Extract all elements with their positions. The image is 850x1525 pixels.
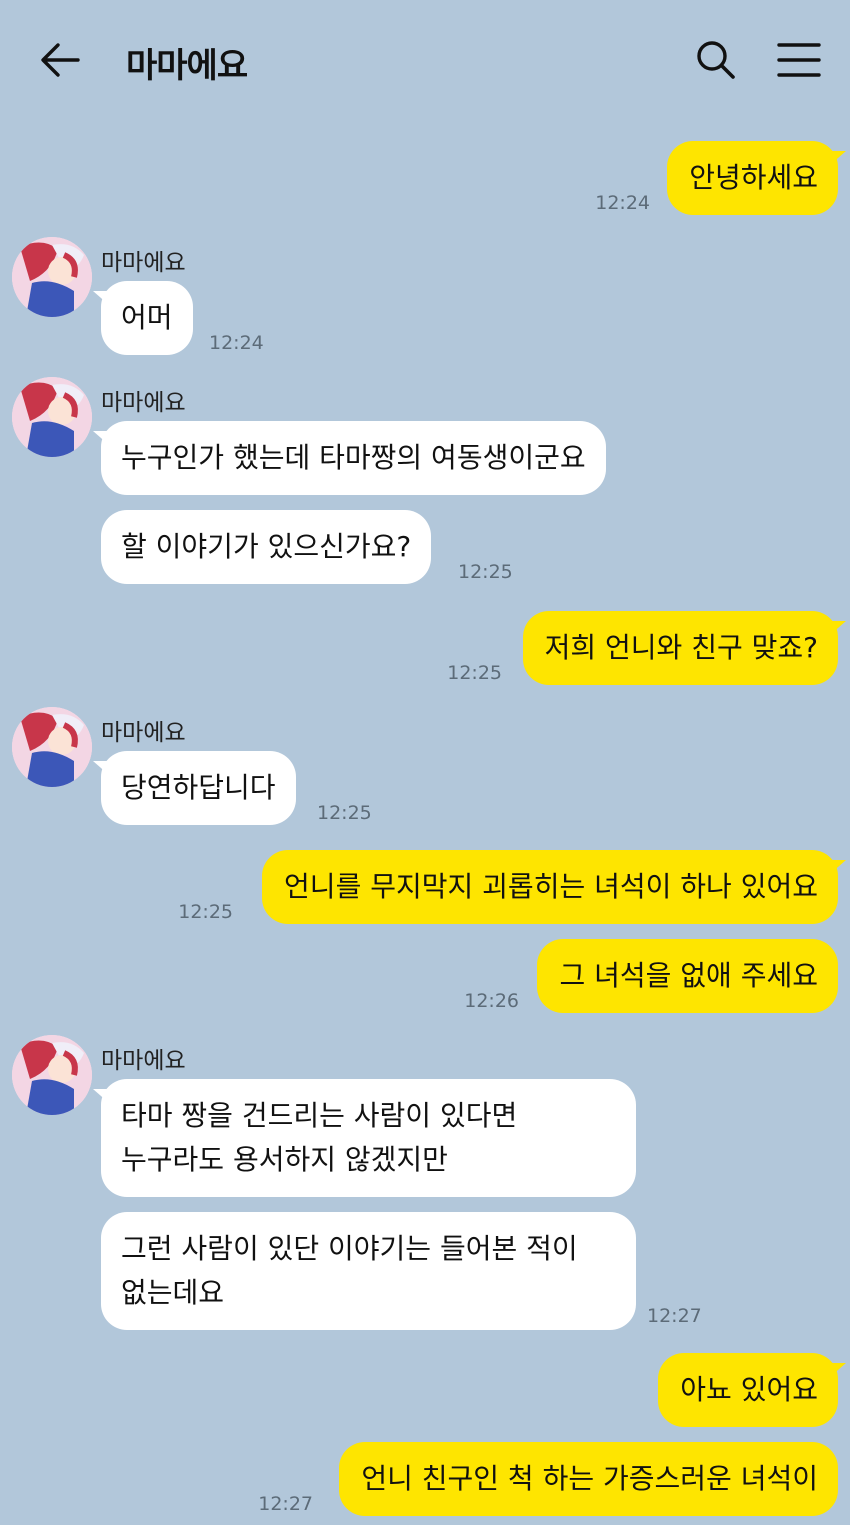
chat-title: 마마에요: [126, 46, 248, 86]
message-text: 아뇨 있어요: [680, 1373, 818, 1406]
outgoing-message[interactable]: 언니를 무지막지 괴롭히는 녀석이 하나 있어요: [262, 850, 846, 924]
message-time: 12:25: [447, 662, 502, 684]
profile-avatar[interactable]: [12, 237, 92, 317]
avatar-image: [12, 1035, 92, 1115]
message-text: 어머: [121, 301, 173, 334]
message-text: 안녕하세요: [689, 161, 818, 194]
profile-avatar[interactable]: [12, 707, 92, 787]
back-button[interactable]: [38, 40, 82, 80]
menu-button[interactable]: [776, 40, 822, 80]
message-time: 12:25: [317, 802, 372, 824]
incoming-message[interactable]: 타마 짱을 건드리는 사람이 있다면 누구라도 용서하지 않겠지만: [93, 1079, 636, 1197]
message-time: 12:25: [178, 901, 233, 923]
message-text: 그 녀석을 없애 주세요: [559, 959, 818, 992]
sender-name: 마마에요: [101, 720, 186, 746]
search-button[interactable]: [694, 38, 738, 82]
outgoing-message[interactable]: 아뇨 있어요: [658, 1353, 846, 1427]
message-text-line: 누구라도 용서하지 않겠지만: [121, 1143, 448, 1176]
incoming-message[interactable]: 어머: [93, 281, 193, 355]
message-text: 누구인가 했는데 타마짱의 여동생이군요: [121, 441, 586, 474]
menu-icon: [777, 43, 821, 77]
avatar-image: [12, 377, 92, 457]
outgoing-message[interactable]: 그 녀석을 없애 주세요: [537, 939, 838, 1013]
sender-name: 마마에요: [101, 1048, 186, 1074]
outgoing-message[interactable]: 언니 친구인 척 하는 가증스러운 녀석이: [339, 1442, 838, 1516]
incoming-message[interactable]: 당연하답니다: [93, 751, 296, 825]
message-text: 언니 친구인 척 하는 가증스러운 녀석이: [361, 1462, 818, 1495]
message-time: 12:24: [595, 192, 650, 214]
message-text: 당연하답니다: [121, 771, 276, 804]
message-time: 12:24: [209, 332, 264, 354]
incoming-message[interactable]: 누구인가 했는데 타마짱의 여동생이군요: [93, 421, 606, 495]
arrow-left-icon: [41, 43, 80, 77]
message-text: 저희 언니와 친구 맞죠?: [544, 631, 818, 664]
sender-name: 마마에요: [101, 390, 186, 416]
message-text: 언니를 무지막지 괴롭히는 녀석이 하나 있어요: [284, 870, 818, 903]
avatar-image: [12, 237, 92, 317]
profile-avatar[interactable]: [12, 1035, 92, 1115]
outgoing-message[interactable]: 저희 언니와 친구 맞죠?: [522, 611, 847, 685]
profile-avatar[interactable]: [12, 377, 92, 457]
sender-name: 마마에요: [101, 250, 186, 276]
message-time: 12:27: [647, 1305, 702, 1327]
message-text: 할 이야기가 있으신가요?: [121, 530, 412, 563]
message-text-line: 그런 사람이 있단 이야기는 들어본 적이: [121, 1232, 578, 1265]
search-icon: [697, 41, 735, 79]
incoming-message[interactable]: 할 이야기가 있으신가요?: [101, 510, 432, 584]
chat-header: 마마에요: [0, 0, 850, 120]
incoming-message[interactable]: 그런 사람이 있단 이야기는 들어본 적이 없는데요: [101, 1212, 636, 1330]
message-time: 12:27: [258, 1493, 313, 1515]
message-time: 12:26: [464, 990, 519, 1012]
message-text-line: 없는데요: [121, 1276, 225, 1309]
message-time: 12:25: [458, 561, 513, 583]
avatar-image: [12, 707, 92, 787]
message-text-line: 타마 짱을 건드리는 사람이 있다면: [121, 1099, 518, 1132]
outgoing-message[interactable]: 안녕하세요: [667, 141, 846, 215]
